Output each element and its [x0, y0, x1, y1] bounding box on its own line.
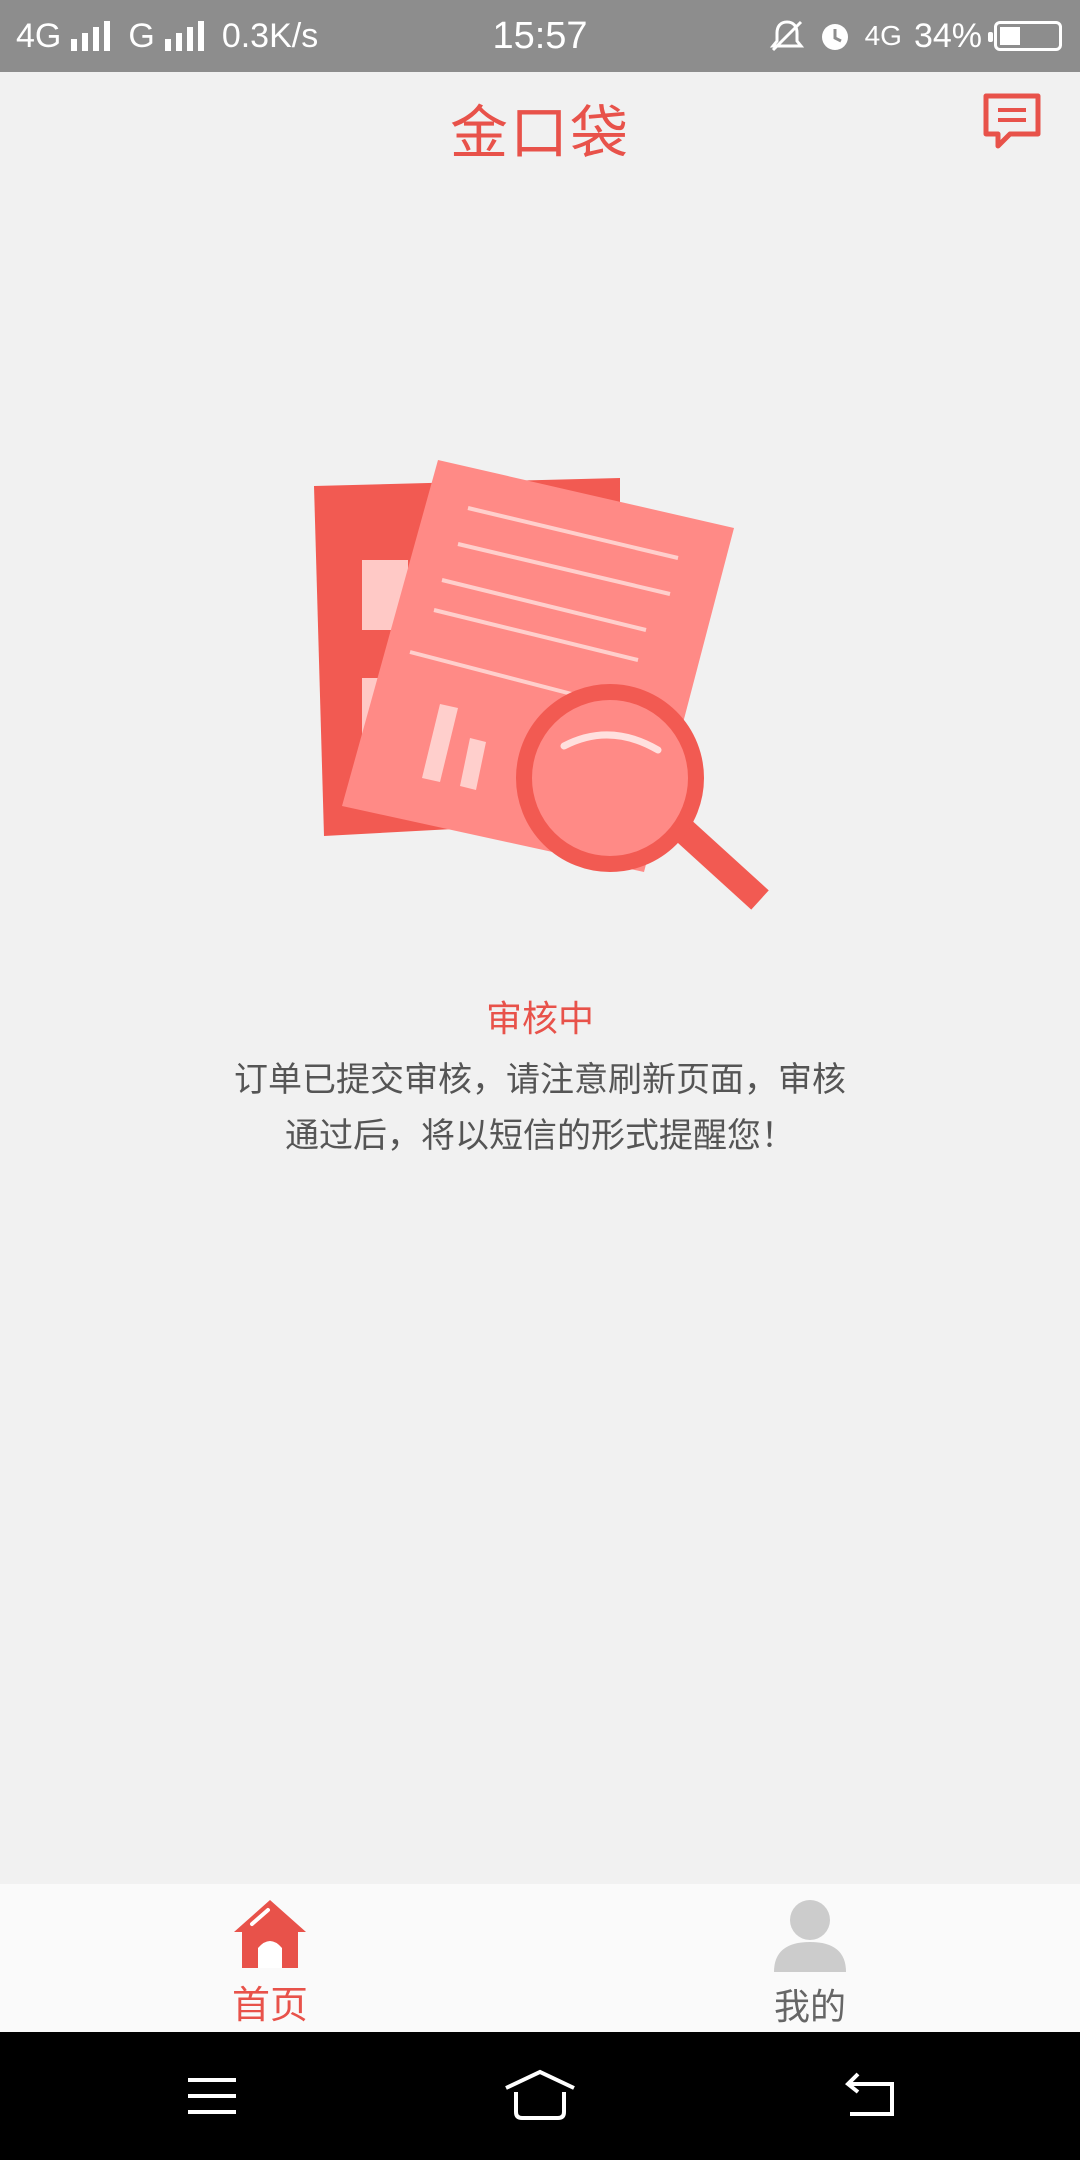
status-bar: 4G G 0.3K/s 15:57 4G 34%: [0, 0, 1080, 72]
review-status: 审核中: [485, 999, 594, 1040]
review-message: 订单已提交审核，请注意刷新页面，审核 通过后，将以短信的形式提醒您！: [180, 1052, 900, 1164]
message-button[interactable]: [980, 90, 1044, 154]
battery-percent: 34%: [913, 16, 982, 55]
system-nav-bar: [0, 2032, 1080, 2160]
screen: 4G G 0.3K/s 15:57 4G 34% 金口袋 审核中 订单已提交审核…: [0, 0, 1080, 2160]
tab-me[interactable]: 我的: [540, 1884, 1080, 2032]
review-message-line1: 订单已提交审核，请注意刷新页面，审核: [234, 1060, 846, 1100]
back-icon[interactable]: [840, 2066, 900, 2126]
alarm-icon: [821, 24, 848, 50]
review-message-line2: 通过后，将以短信的形式提醒您！: [285, 1116, 795, 1156]
battery-icon: [988, 21, 1062, 51]
review-illustration: [314, 460, 769, 910]
home-nav-icon[interactable]: [500, 2066, 580, 2126]
tab-home-label: 首页: [231, 1983, 308, 2027]
message-icon: [983, 93, 1041, 149]
tab-me-label: 我的: [773, 1987, 846, 2028]
app-header: 金口袋: [0, 72, 1080, 172]
mute-bell-icon: [769, 20, 804, 52]
tab-bar: 首页 我的: [0, 1884, 1080, 2032]
network-type-3: 4G: [864, 20, 902, 51]
menu-icon[interactable]: [182, 2066, 242, 2126]
home-icon: [234, 1900, 306, 1968]
page-title: 金口袋: [449, 99, 630, 167]
tab-home[interactable]: 首页: [0, 1884, 540, 2032]
status-right: 4G 34%: [769, 0, 1062, 72]
person-icon: [774, 1900, 846, 1972]
